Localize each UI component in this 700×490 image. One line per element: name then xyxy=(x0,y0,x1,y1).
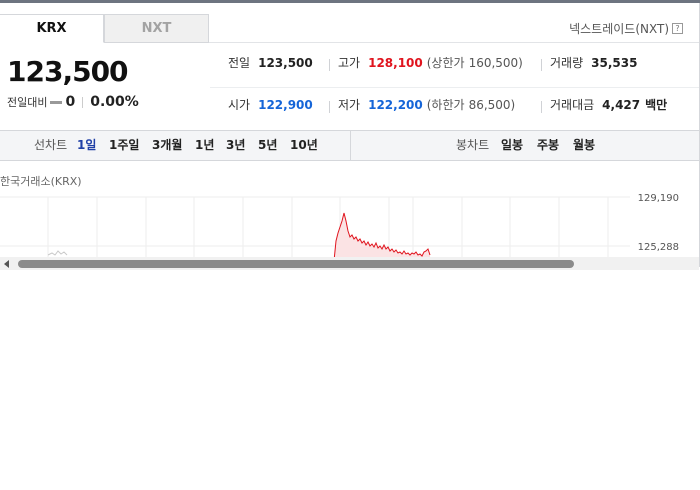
divider xyxy=(329,59,330,71)
help-icon[interactable]: ? xyxy=(672,23,683,34)
info-value: 122,200 xyxy=(368,97,423,112)
change-value: 0 xyxy=(65,94,76,110)
current-price: 123,500 xyxy=(7,55,129,88)
divider xyxy=(541,59,542,71)
period-3month[interactable]: 3개월 xyxy=(152,131,182,160)
price-line-area xyxy=(334,213,430,261)
period-1day[interactable]: 1일 xyxy=(77,131,96,160)
info-label: 시가 xyxy=(228,98,251,112)
info-amount: 거래대금 4,427 백만 xyxy=(550,96,667,113)
candle-monthly[interactable]: 월봉 xyxy=(573,131,595,160)
change-rate: 0.00% xyxy=(90,94,139,110)
period-selector: 선차트 1일 1주일 3개월 1년 3년 5년 10년 봉차트 일봉 주봉 월봉 xyxy=(0,130,699,161)
price-chart xyxy=(0,196,630,261)
candle-chart-title: 봉차트 xyxy=(456,138,490,152)
info-label: 전일 xyxy=(228,56,251,70)
stock-quote-panel: KRX NXT 넥스트레이드(NXT) ? 123,500 전일대비 0 0.0… xyxy=(0,3,700,270)
no-change-icon xyxy=(50,100,63,104)
tab-krx[interactable]: KRX xyxy=(0,14,104,43)
info-value: 128,100 xyxy=(368,55,423,70)
period-10year[interactable]: 10년 xyxy=(290,131,318,160)
period-1week[interactable]: 1주일 xyxy=(109,131,139,160)
divider xyxy=(541,101,542,113)
candle-daily[interactable]: 일봉 xyxy=(501,131,523,160)
exchange-label: 한국거래소(KRX) xyxy=(0,175,82,188)
period-1year[interactable]: 1년 xyxy=(195,131,214,160)
limit-label: (하한가 xyxy=(426,98,465,112)
info-label: 거래량 xyxy=(550,56,584,70)
info-prev-close: 전일 123,500 xyxy=(228,54,313,71)
change-label: 전일대비 xyxy=(7,96,48,109)
info-unit: 백만 xyxy=(645,98,668,112)
chart-grid xyxy=(0,196,630,261)
tab-nxt[interactable]: NXT xyxy=(104,14,209,43)
divider xyxy=(350,131,351,160)
info-label: 저가 xyxy=(338,98,361,112)
info-label: 거래대금 xyxy=(550,98,595,112)
chart-scrollbar[interactable] xyxy=(0,257,699,270)
limit-value: 86,500) xyxy=(468,97,516,112)
price-change: 전일대비 0 0.00% xyxy=(7,94,139,110)
line-chart-title: 선차트 xyxy=(34,138,68,152)
info-label: 고가 xyxy=(338,56,361,70)
scroll-left-arrow-icon[interactable] xyxy=(4,260,9,268)
divider xyxy=(82,96,84,108)
info-value: 35,535 xyxy=(591,55,638,70)
nxt-link[interactable]: 넥스트레이드(NXT) ? xyxy=(569,20,683,37)
limit-value: 160,500) xyxy=(468,55,523,70)
candle-weekly[interactable]: 주봉 xyxy=(537,131,559,160)
info-high: 고가 128,100 (상한가 160,500) xyxy=(338,54,523,71)
y-axis-label-mid: 125,288 xyxy=(637,242,679,253)
row-divider xyxy=(210,87,699,88)
prev-close-line xyxy=(47,250,68,256)
info-open: 시가 122,900 xyxy=(228,96,313,113)
info-low: 저가 122,200 (하한가 86,500) xyxy=(338,96,515,113)
limit-label: (상한가 xyxy=(426,56,465,70)
divider xyxy=(329,101,330,113)
nxt-link-text: 넥스트레이드(NXT) xyxy=(569,22,669,36)
info-value: 4,427 xyxy=(602,97,641,112)
period-5year[interactable]: 5년 xyxy=(258,131,277,160)
y-axis-label-high: 129,190 xyxy=(637,193,679,204)
info-value: 123,500 xyxy=(258,55,313,70)
info-value: 122,900 xyxy=(258,97,313,112)
info-volume: 거래량 35,535 xyxy=(550,54,637,71)
period-3year[interactable]: 3년 xyxy=(226,131,245,160)
tab-underline xyxy=(209,42,699,43)
scrollbar-thumb[interactable] xyxy=(18,260,574,268)
